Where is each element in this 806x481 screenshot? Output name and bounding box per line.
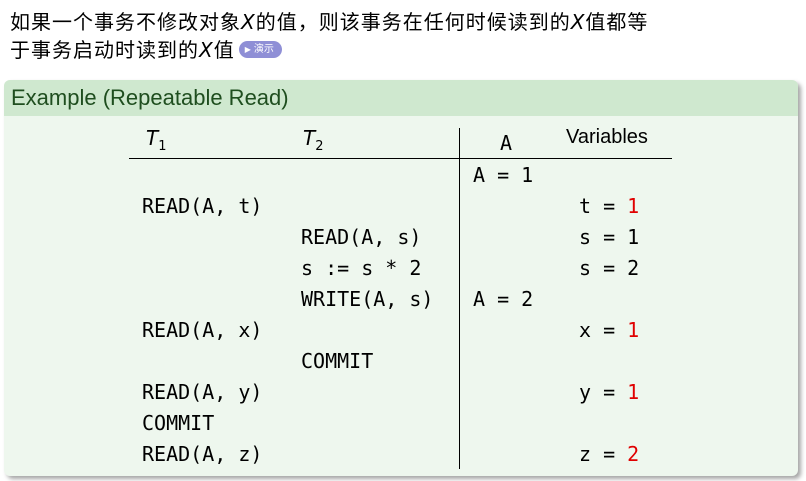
a-value-cell: A = 1 — [473, 163, 534, 187]
t2-op-cell: s := s * 2 — [301, 256, 422, 280]
variable-cell: t = 1 — [579, 194, 640, 218]
a-value-cell: A = 2 — [473, 287, 534, 311]
variable-cell: z = 2 — [579, 442, 640, 466]
schedule-table: T1 T2 A Variables A = 1 A = 2 READ(A, t)… — [0, 0, 806, 481]
t1-op-cell: READ(A, x) — [142, 318, 263, 342]
header-rule — [129, 158, 672, 159]
header-a: A — [500, 131, 513, 155]
variable-cell: y = 1 — [579, 380, 640, 404]
header-variables: Variables — [566, 126, 648, 148]
t1-op-cell: READ(A, y) — [142, 380, 263, 404]
variable-cell: s = 2 — [579, 256, 640, 280]
t1-op-cell: READ(A, z) — [142, 442, 263, 466]
variable-cell: x = 1 — [579, 318, 640, 342]
variable-cell: s = 1 — [579, 225, 640, 249]
t2-op-cell: COMMIT — [301, 349, 374, 373]
t1-op-cell: READ(A, t) — [142, 194, 263, 218]
header-t1: T1 — [146, 126, 167, 154]
header-t2: T2 — [303, 126, 324, 154]
t1-op-cell: COMMIT — [142, 411, 215, 435]
column-divider — [459, 128, 460, 469]
t2-op-cell: WRITE(A, s) — [301, 287, 434, 311]
t2-op-cell: READ(A, s) — [301, 225, 422, 249]
